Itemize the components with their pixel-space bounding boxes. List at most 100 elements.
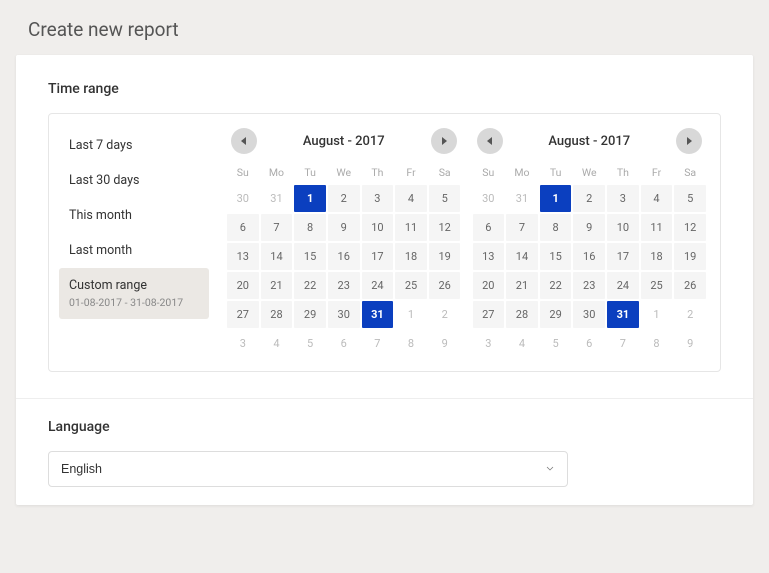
calendar-day[interactable]: 28 — [261, 301, 293, 328]
calendar-day[interactable]: 3 — [473, 330, 505, 357]
calendar-day[interactable]: 5 — [294, 330, 326, 357]
calendar-day[interactable]: 18 — [641, 243, 673, 270]
calendar-day[interactable]: 9 — [674, 330, 706, 357]
calendar-day[interactable]: 17 — [607, 243, 639, 270]
calendar-day[interactable]: 9 — [328, 214, 360, 241]
calendar-day[interactable]: 4 — [506, 330, 538, 357]
calendar-day[interactable]: 8 — [395, 330, 427, 357]
calendar-day[interactable]: 3 — [227, 330, 259, 357]
calendar-day[interactable]: 6 — [328, 330, 360, 357]
calendar-next-button[interactable] — [676, 128, 702, 154]
calendar-day[interactable]: 23 — [328, 272, 360, 299]
calendar-day[interactable]: 9 — [429, 330, 461, 357]
calendar-day[interactable]: 4 — [641, 185, 673, 212]
calendar-day[interactable]: 12 — [429, 214, 461, 241]
calendar-dow: Th — [362, 162, 394, 183]
calendar-day[interactable]: 16 — [328, 243, 360, 270]
calendar-day[interactable]: 22 — [294, 272, 326, 299]
calendar-day[interactable]: 30 — [227, 185, 259, 212]
calendar-day[interactable]: 7 — [506, 214, 538, 241]
calendar-day[interactable]: 31 — [506, 185, 538, 212]
calendar-day[interactable]: 11 — [395, 214, 427, 241]
calendar-day[interactable]: 27 — [473, 301, 505, 328]
calendar-day[interactable]: 26 — [429, 272, 461, 299]
calendar-day[interactable]: 15 — [540, 243, 572, 270]
calendar-day[interactable]: 7 — [607, 330, 639, 357]
calendar-day[interactable]: 31 — [607, 301, 639, 328]
calendar-day[interactable]: 15 — [294, 243, 326, 270]
calendar-day[interactable]: 1 — [641, 301, 673, 328]
preset-last-7-days[interactable]: Last 7 days — [59, 128, 209, 163]
calendar-day[interactable]: 29 — [540, 301, 572, 328]
calendar-day[interactable]: 4 — [395, 185, 427, 212]
calendar-day[interactable]: 26 — [674, 272, 706, 299]
calendar-day[interactable]: 1 — [540, 185, 572, 212]
calendar-day[interactable]: 8 — [641, 330, 673, 357]
calendar-day[interactable]: 9 — [573, 214, 605, 241]
preset-last-month[interactable]: Last month — [59, 233, 209, 268]
calendar-day[interactable]: 27 — [227, 301, 259, 328]
calendar-day[interactable]: 2 — [573, 185, 605, 212]
calendar-day[interactable]: 31 — [261, 185, 293, 212]
calendar-day[interactable]: 30 — [473, 185, 505, 212]
calendar-prev-button[interactable] — [477, 128, 503, 154]
preset-label: This month — [69, 208, 132, 223]
preset-custom-range[interactable]: Custom range 01-08-2017 - 31-08-2017 — [59, 268, 209, 319]
calendar-day[interactable]: 19 — [674, 243, 706, 270]
calendar-day[interactable]: 30 — [328, 301, 360, 328]
calendar-day[interactable]: 24 — [607, 272, 639, 299]
calendar-day[interactable]: 22 — [540, 272, 572, 299]
calendar-day[interactable]: 1 — [294, 185, 326, 212]
calendar-dow: Su — [227, 162, 259, 183]
calendar-day[interactable]: 10 — [607, 214, 639, 241]
calendar-day[interactable]: 31 — [362, 301, 394, 328]
calendar-day[interactable]: 8 — [540, 214, 572, 241]
calendar-day[interactable]: 25 — [641, 272, 673, 299]
calendar-day[interactable]: 10 — [362, 214, 394, 241]
calendar-prev-button[interactable] — [231, 128, 257, 154]
calendar-day[interactable]: 1 — [395, 301, 427, 328]
calendar-day[interactable]: 5 — [540, 330, 572, 357]
calendar-day[interactable]: 14 — [261, 243, 293, 270]
calendar-day[interactable]: 7 — [261, 214, 293, 241]
calendar-day[interactable]: 25 — [395, 272, 427, 299]
calendar-grid: SuMoTuWeThFrSa30311234567891011121314151… — [227, 162, 461, 357]
calendar-day[interactable]: 2 — [328, 185, 360, 212]
language-select[interactable]: English — [48, 451, 568, 487]
calendar-day[interactable]: 14 — [506, 243, 538, 270]
calendar-day[interactable]: 3 — [607, 185, 639, 212]
calendar-day[interactable]: 3 — [362, 185, 394, 212]
calendar-day[interactable]: 5 — [674, 185, 706, 212]
calendar-day[interactable]: 20 — [227, 272, 259, 299]
calendar-day[interactable]: 7 — [362, 330, 394, 357]
calendar-day[interactable]: 16 — [573, 243, 605, 270]
calendar-header: August - 2017 — [227, 128, 461, 162]
calendar-day[interactable]: 21 — [261, 272, 293, 299]
calendar-day[interactable]: 13 — [227, 243, 259, 270]
calendar-day[interactable]: 30 — [573, 301, 605, 328]
calendar-day[interactable]: 8 — [294, 214, 326, 241]
calendar-day[interactable]: 18 — [395, 243, 427, 270]
calendar-day[interactable]: 20 — [473, 272, 505, 299]
calendar-day[interactable]: 23 — [573, 272, 605, 299]
preset-last-30-days[interactable]: Last 30 days — [59, 163, 209, 198]
calendar-day[interactable]: 28 — [506, 301, 538, 328]
calendar-day[interactable]: 6 — [573, 330, 605, 357]
calendar-day[interactable]: 17 — [362, 243, 394, 270]
calendar-day[interactable]: 24 — [362, 272, 394, 299]
calendar-day[interactable]: 12 — [674, 214, 706, 241]
calendar-day[interactable]: 2 — [429, 301, 461, 328]
calendar-day[interactable]: 2 — [674, 301, 706, 328]
calendar-day[interactable]: 4 — [261, 330, 293, 357]
calendar-day[interactable]: 13 — [473, 243, 505, 270]
calendar-dow: Th — [607, 162, 639, 183]
calendar-day[interactable]: 19 — [429, 243, 461, 270]
calendar-day[interactable]: 29 — [294, 301, 326, 328]
calendar-day[interactable]: 6 — [473, 214, 505, 241]
calendar-day[interactable]: 11 — [641, 214, 673, 241]
calendar-day[interactable]: 21 — [506, 272, 538, 299]
calendar-day[interactable]: 6 — [227, 214, 259, 241]
calendar-day[interactable]: 5 — [429, 185, 461, 212]
calendar-next-button[interactable] — [431, 128, 457, 154]
preset-this-month[interactable]: This month — [59, 198, 209, 233]
